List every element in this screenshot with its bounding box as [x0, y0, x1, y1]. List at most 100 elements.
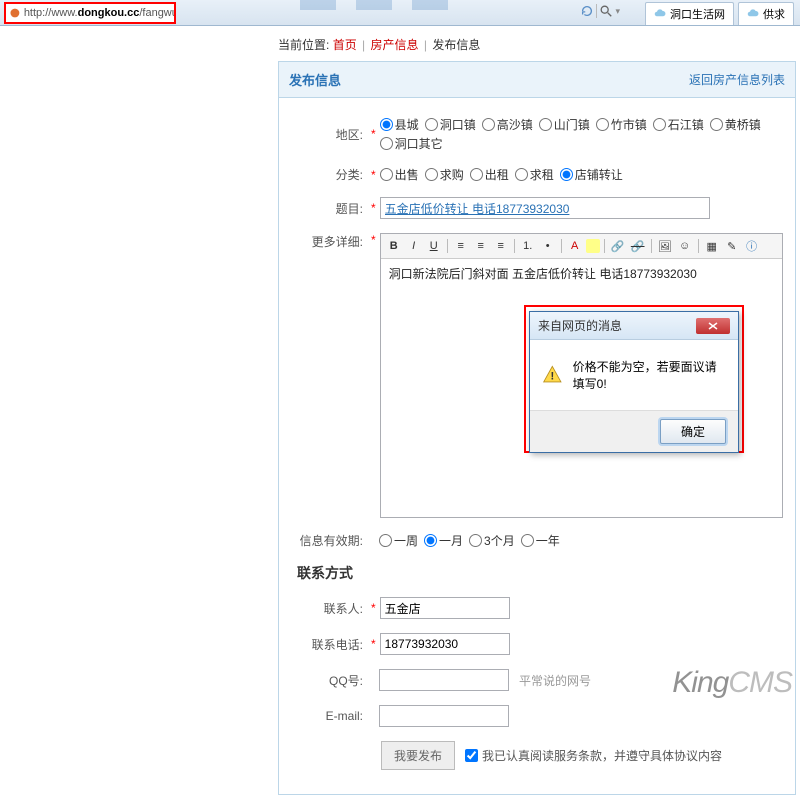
breadcrumb: 当前位置: 首页 | 房产信息 | 发布信息	[278, 32, 800, 57]
refresh-icon[interactable]	[580, 4, 594, 18]
expire-option[interactable]: 3个月	[469, 532, 515, 549]
region-option[interactable]: 竹市镇	[596, 116, 647, 133]
region-option[interactable]: 高沙镇	[482, 116, 533, 133]
expire-radio-group: 一周一月 3个月一年	[379, 532, 564, 549]
title-label: 题目:	[291, 200, 367, 217]
qq-hint: 平常说的网号	[519, 672, 591, 689]
expire-radio[interactable]	[379, 534, 392, 547]
region-radio[interactable]	[425, 118, 438, 131]
font-color-icon[interactable]: A	[566, 237, 584, 255]
dialog-message: 价格不能为空，若要面议请填写0!	[573, 358, 726, 392]
category-radio-group: 出售求购出租求租店铺转让	[380, 166, 627, 183]
contact-heading: 联系方式	[297, 563, 783, 583]
search-icon[interactable]	[599, 4, 613, 18]
italic-icon[interactable]: I	[405, 237, 423, 255]
editor-toolbar: B I U ≡ ≡ ≡ 1. • A 🔗	[381, 234, 782, 259]
expire-option[interactable]: 一月	[424, 532, 463, 549]
panel-title: 发布信息	[289, 70, 341, 89]
browser-tab-2[interactable]: 供求	[738, 2, 794, 25]
region-radio[interactable]	[482, 118, 495, 131]
expire-radio[interactable]	[424, 534, 437, 547]
region-option[interactable]: 洞口其它	[380, 135, 443, 152]
expire-option[interactable]: 一周	[379, 532, 418, 549]
underline-icon[interactable]: U	[425, 237, 443, 255]
watermark-logo: KingCMS	[672, 666, 792, 700]
search-controls[interactable]: ▾	[580, 4, 620, 18]
source-icon[interactable]: ✎	[723, 237, 741, 255]
title-input[interactable]	[380, 197, 710, 219]
contact-name-input[interactable]	[380, 597, 510, 619]
image-icon[interactable]: 🖼	[656, 237, 674, 255]
close-icon	[708, 322, 718, 330]
category-label: 分类:	[291, 166, 367, 183]
contact-phone-input[interactable]	[380, 633, 510, 655]
region-option[interactable]: 洞口镇	[425, 116, 476, 133]
url-text[interactable]: http://www.dongkou.cc/fangwu/edit/	[24, 7, 174, 19]
region-radio[interactable]	[380, 137, 393, 150]
breadcrumb-category[interactable]: 房产信息	[371, 38, 419, 52]
dialog-ok-button[interactable]: 确定	[660, 419, 726, 444]
alert-dialog: 来自网页的消息 ! 价格不能为空，若要面议请填写0! 确定	[529, 311, 739, 453]
region-radio-group: 县城洞口镇高沙镇山门镇竹市镇石江镇黄桥镇洞口其它	[380, 116, 783, 152]
dialog-close-button[interactable]	[696, 318, 730, 334]
expire-radio[interactable]	[521, 534, 534, 547]
align-center-icon[interactable]: ≡	[472, 237, 490, 255]
region-option[interactable]: 山门镇	[539, 116, 590, 133]
cat-option[interactable]: 求租	[515, 166, 554, 183]
browser-address-bar: http://www.dongkou.cc/fangwu/edit/ ▾ 洞口生…	[0, 0, 800, 26]
cat-radio[interactable]	[515, 168, 528, 181]
site-favicon	[9, 6, 21, 20]
submit-button[interactable]: 我要发布	[381, 741, 455, 770]
cat-radio[interactable]	[560, 168, 573, 181]
contact-phone-label: 联系电话:	[291, 636, 367, 653]
ol-icon[interactable]: 1.	[519, 237, 537, 255]
background-taskbar	[300, 0, 448, 10]
tab-label: 洞口生活网	[670, 6, 725, 22]
expire-option[interactable]: 一年	[521, 532, 560, 549]
breadcrumb-current: 发布信息	[432, 38, 480, 52]
region-radio[interactable]	[380, 118, 393, 131]
breadcrumb-label: 当前位置:	[278, 38, 329, 52]
warning-icon: !	[542, 363, 563, 387]
bg-color-icon[interactable]	[586, 239, 600, 253]
region-radio[interactable]	[539, 118, 552, 131]
email-input[interactable]	[379, 705, 509, 727]
ul-icon[interactable]: •	[539, 237, 557, 255]
url-highlight-box: http://www.dongkou.cc/fangwu/edit/	[4, 2, 176, 24]
region-label: 地区:	[291, 126, 367, 143]
detail-label: 更多详细:	[291, 233, 367, 250]
svg-text:!: !	[550, 370, 554, 382]
table-icon[interactable]: ▦	[703, 237, 721, 255]
tab-label: 供求	[763, 6, 785, 22]
cat-option[interactable]: 出售	[380, 166, 419, 183]
expire-radio[interactable]	[469, 534, 482, 547]
region-option[interactable]: 石江镇	[653, 116, 704, 133]
browser-tab-1[interactable]: 洞口生活网	[645, 2, 734, 25]
qq-input[interactable]	[379, 669, 509, 691]
cat-option[interactable]: 求购	[425, 166, 464, 183]
cat-option[interactable]: 出租	[470, 166, 509, 183]
cat-radio[interactable]	[425, 168, 438, 181]
cloud-icon	[747, 8, 759, 20]
align-left-icon[interactable]: ≡	[452, 237, 470, 255]
about-icon[interactable]: ⓘ	[743, 237, 761, 255]
back-link[interactable]: 返回房产信息列表	[689, 71, 785, 88]
agree-checkbox[interactable]	[465, 749, 478, 762]
cat-radio[interactable]	[380, 168, 393, 181]
region-option[interactable]: 黄桥镇	[710, 116, 761, 133]
cat-radio[interactable]	[470, 168, 483, 181]
link-icon[interactable]: 🔗	[609, 237, 627, 255]
breadcrumb-home[interactable]: 首页	[333, 38, 357, 52]
region-radio[interactable]	[596, 118, 609, 131]
bold-icon[interactable]: B	[385, 237, 403, 255]
region-option[interactable]: 县城	[380, 116, 419, 133]
email-label: E-mail:	[291, 709, 367, 723]
region-radio[interactable]	[653, 118, 666, 131]
emoji-icon[interactable]: ☺	[676, 237, 694, 255]
qq-label: QQ号:	[291, 672, 367, 689]
cat-option[interactable]: 店铺转让	[560, 166, 623, 183]
region-radio[interactable]	[710, 118, 723, 131]
unlink-icon[interactable]: 🔗	[629, 237, 647, 255]
align-right-icon[interactable]: ≡	[492, 237, 510, 255]
agree-checkbox-label[interactable]: 我已认真阅读服务条款，并遵守具体协议内容	[465, 747, 722, 764]
